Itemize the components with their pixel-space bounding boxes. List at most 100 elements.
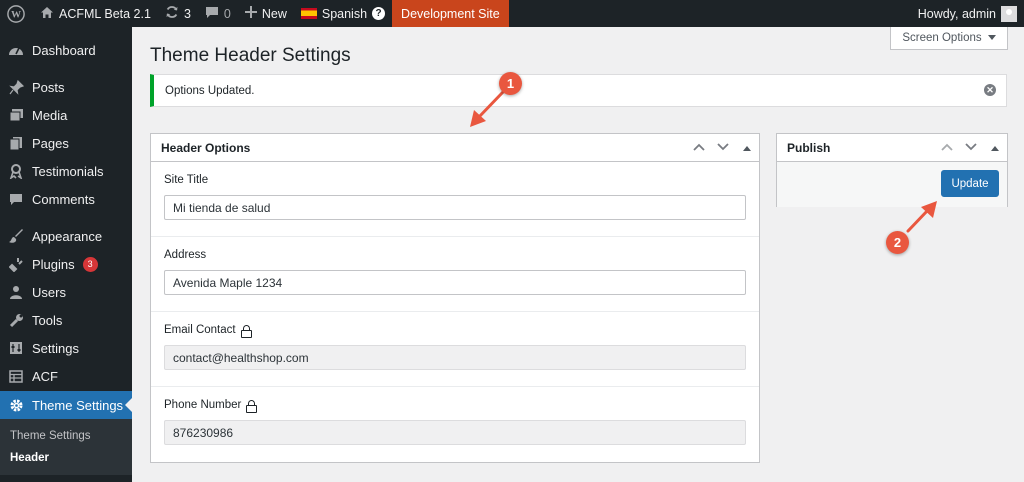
my-account-link[interactable]: Howdy, admin bbox=[911, 0, 1024, 27]
address-label: Address bbox=[164, 249, 746, 261]
sidebar-item-posts[interactable]: Posts bbox=[0, 73, 132, 101]
comments-count: 0 bbox=[223, 6, 231, 21]
toggle-panel-icon[interactable] bbox=[983, 142, 1007, 154]
header-options-box: Header Options Site Title Address Email … bbox=[150, 133, 760, 463]
email-contact-field-group: Email Contact bbox=[151, 312, 759, 387]
address-input[interactable] bbox=[164, 270, 746, 295]
howdy-label: Howdy, admin bbox=[917, 6, 996, 21]
comment-bubble-icon bbox=[205, 6, 219, 22]
comment-icon bbox=[8, 191, 24, 207]
site-name-link[interactable]: ACFML Beta 2.1 bbox=[33, 0, 158, 27]
sidebar-item-users[interactable]: Users bbox=[0, 278, 132, 306]
settings-icon bbox=[8, 340, 24, 356]
sidebar-item-appearance[interactable]: Appearance bbox=[0, 222, 132, 250]
sidebar-item-label: Media bbox=[32, 107, 68, 123]
sidebar-item-pages[interactable]: Pages bbox=[0, 129, 132, 157]
site-title-input[interactable] bbox=[164, 195, 746, 220]
phone-number-label: Phone Number bbox=[164, 399, 746, 413]
screen-options-label: Screen Options bbox=[902, 32, 982, 44]
sidebar-item-label: Appearance bbox=[32, 228, 103, 244]
brush-icon bbox=[8, 228, 24, 244]
move-up-icon[interactable] bbox=[687, 142, 711, 154]
svg-text:W: W bbox=[11, 9, 21, 20]
updates-link[interactable]: 3 bbox=[158, 0, 198, 27]
move-down-icon[interactable] bbox=[711, 142, 735, 154]
site-title-label: Site Title bbox=[164, 174, 746, 186]
sidebar-item-dashboard[interactable]: Dashboard bbox=[0, 36, 132, 64]
callout-badge: 2 bbox=[886, 231, 909, 254]
site-title-field-group: Site Title bbox=[151, 162, 759, 237]
sidebar-item-media[interactable]: Media bbox=[0, 101, 132, 129]
refresh-icon bbox=[165, 5, 179, 22]
avatar bbox=[1001, 5, 1017, 22]
sidebar-item-label: Users bbox=[32, 284, 66, 300]
header-options-title: Header Options bbox=[161, 140, 251, 155]
updates-count: 3 bbox=[183, 6, 191, 21]
caret-down-icon bbox=[987, 32, 996, 44]
field-label-text: Phone Number bbox=[164, 399, 242, 411]
help-icon[interactable]: ? bbox=[372, 7, 386, 20]
dashboard-icon bbox=[8, 42, 24, 58]
sidebar-item-label: ACF bbox=[32, 368, 58, 384]
acf-icon bbox=[8, 368, 24, 384]
field-label-text: Site Title bbox=[164, 174, 209, 186]
update-button[interactable]: Update bbox=[941, 170, 999, 197]
move-down-icon[interactable] bbox=[959, 142, 983, 154]
submenu-item-header[interactable]: Header bbox=[0, 447, 132, 469]
pages-icon bbox=[8, 135, 24, 151]
phone-number-input bbox=[164, 420, 746, 445]
lock-icon bbox=[240, 324, 252, 338]
development-site-label[interactable]: Development Site bbox=[392, 0, 509, 27]
admin-bar: W ACFML Beta 2.1 3 0 New Spanish ? Devel… bbox=[0, 0, 1024, 27]
sidebar-item-plugins[interactable]: Plugins 3 bbox=[0, 250, 132, 278]
sidebar-item-settings[interactable]: Settings bbox=[0, 334, 132, 362]
gear-icon bbox=[8, 397, 24, 413]
field-label-text: Email Contact bbox=[164, 324, 236, 336]
media-icon bbox=[8, 107, 24, 123]
callout-badge: 1 bbox=[499, 72, 522, 95]
success-notice: Options Updated. ✕ bbox=[150, 74, 1007, 107]
language-switcher[interactable]: Spanish ? bbox=[294, 0, 392, 27]
lock-icon bbox=[246, 399, 258, 413]
toggle-panel-icon[interactable] bbox=[735, 142, 759, 154]
sidebar-item-testimonials[interactable]: Testimonials bbox=[0, 157, 132, 185]
publish-title: Publish bbox=[787, 140, 831, 155]
page-title: Theme Header Settings bbox=[150, 45, 351, 66]
sidebar-item-acf[interactable]: ACF bbox=[0, 362, 132, 390]
sidebar-item-label: Dashboard bbox=[32, 42, 96, 58]
sidebar-item-label: Settings bbox=[32, 340, 79, 356]
email-contact-input bbox=[164, 345, 746, 370]
publish-title-bar: Publish bbox=[777, 134, 1007, 162]
sidebar-item-comments[interactable]: Comments bbox=[0, 185, 132, 213]
sidebar-item-theme-settings[interactable]: Theme Settings bbox=[0, 391, 132, 419]
sidebar-item-tools[interactable]: Tools bbox=[0, 306, 132, 334]
publish-actions: Update bbox=[777, 162, 1007, 207]
dismiss-icon[interactable]: ✕ bbox=[984, 84, 996, 96]
sidebar-item-label: Tools bbox=[32, 312, 63, 328]
sidebar-item-label: Posts bbox=[32, 79, 65, 95]
spain-flag-icon bbox=[300, 8, 317, 19]
wrench-icon bbox=[8, 312, 24, 328]
submenu-item-theme-settings[interactable]: Theme Settings bbox=[0, 425, 132, 447]
sidebar-item-label: Testimonials bbox=[32, 163, 104, 179]
plus-icon bbox=[244, 6, 257, 21]
testimonials-icon bbox=[8, 163, 24, 179]
plugins-update-badge: 3 bbox=[82, 256, 98, 272]
new-label: New bbox=[261, 6, 287, 21]
theme-settings-submenu: Theme Settings Header bbox=[0, 419, 132, 475]
pin-icon bbox=[8, 79, 24, 95]
notice-text: Options Updated. bbox=[165, 84, 255, 97]
site-name: ACFML Beta 2.1 bbox=[59, 6, 151, 21]
address-field-group: Address bbox=[151, 237, 759, 312]
sidebar-item-label: Plugins bbox=[32, 256, 75, 272]
header-options-title-bar: Header Options bbox=[151, 134, 759, 162]
home-icon bbox=[40, 6, 54, 22]
screen-options-button[interactable]: Screen Options bbox=[890, 27, 1008, 50]
plugin-icon bbox=[8, 256, 24, 272]
admin-sidebar: Dashboard Posts Media Pages Testimonials… bbox=[0, 27, 132, 482]
new-content-link[interactable]: New bbox=[238, 0, 294, 27]
user-icon bbox=[8, 284, 24, 300]
comments-link[interactable]: 0 bbox=[198, 0, 238, 27]
move-up-icon[interactable] bbox=[935, 142, 959, 154]
wordpress-logo-icon[interactable]: W bbox=[0, 0, 33, 27]
